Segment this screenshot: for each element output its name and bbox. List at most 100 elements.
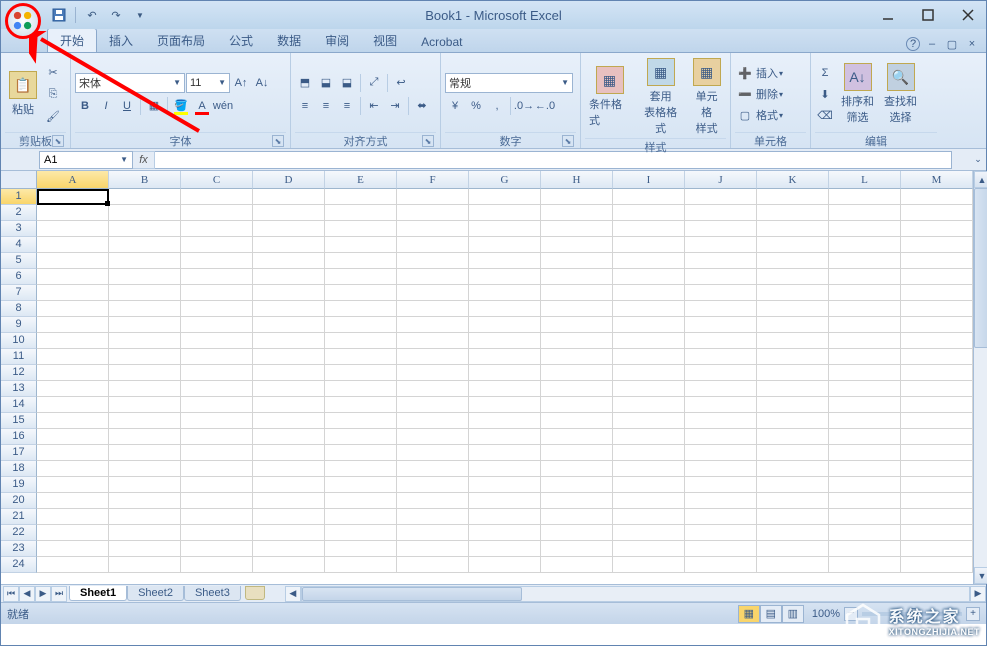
- font-size-combo[interactable]: 11▼: [186, 73, 230, 93]
- cell[interactable]: [901, 333, 973, 349]
- font-launcher[interactable]: ⬊: [272, 135, 284, 147]
- page-layout-view-icon[interactable]: ▤: [760, 605, 782, 623]
- cell[interactable]: [253, 285, 325, 301]
- cell[interactable]: [325, 269, 397, 285]
- decrease-decimal-icon[interactable]: ←.0: [535, 96, 555, 116]
- cell[interactable]: [325, 205, 397, 221]
- cell[interactable]: [325, 445, 397, 461]
- cell[interactable]: [829, 349, 901, 365]
- cell[interactable]: [613, 461, 685, 477]
- format-painter-icon[interactable]: 🖌: [43, 106, 63, 126]
- cell[interactable]: [829, 429, 901, 445]
- increase-indent-icon[interactable]: ⇥: [385, 96, 405, 116]
- cell[interactable]: [37, 285, 109, 301]
- row-header[interactable]: 19: [1, 477, 37, 493]
- cell[interactable]: [37, 461, 109, 477]
- cell[interactable]: [397, 301, 469, 317]
- cell[interactable]: [181, 253, 253, 269]
- font-name-combo[interactable]: 宋体▼: [75, 73, 185, 93]
- cell[interactable]: [181, 237, 253, 253]
- cell[interactable]: [829, 477, 901, 493]
- cell[interactable]: [757, 477, 829, 493]
- cell[interactable]: [901, 301, 973, 317]
- cell[interactable]: [397, 509, 469, 525]
- cell[interactable]: [397, 237, 469, 253]
- row-header[interactable]: 20: [1, 493, 37, 509]
- cell[interactable]: [253, 365, 325, 381]
- cell[interactable]: [109, 189, 181, 205]
- cell[interactable]: [613, 493, 685, 509]
- cell[interactable]: [757, 397, 829, 413]
- cell[interactable]: [829, 285, 901, 301]
- italic-button[interactable]: I: [96, 96, 116, 116]
- row-header[interactable]: 16: [1, 429, 37, 445]
- cell[interactable]: [829, 317, 901, 333]
- maximize-button[interactable]: [914, 5, 942, 25]
- cell[interactable]: [829, 461, 901, 477]
- cell[interactable]: [757, 349, 829, 365]
- cell[interactable]: [685, 509, 757, 525]
- cell[interactable]: [757, 237, 829, 253]
- cell[interactable]: [613, 317, 685, 333]
- cell[interactable]: [397, 461, 469, 477]
- help-icon[interactable]: ?: [906, 37, 920, 51]
- cell[interactable]: [901, 525, 973, 541]
- cell[interactable]: [253, 205, 325, 221]
- cell[interactable]: [685, 493, 757, 509]
- cell[interactable]: [325, 317, 397, 333]
- fill-icon[interactable]: ⬇: [815, 84, 835, 104]
- cell[interactable]: [181, 541, 253, 557]
- cell[interactable]: [829, 509, 901, 525]
- cell[interactable]: [685, 477, 757, 493]
- cell[interactable]: [685, 285, 757, 301]
- cell[interactable]: [541, 269, 613, 285]
- cell[interactable]: [757, 317, 829, 333]
- cell[interactable]: [37, 253, 109, 269]
- save-icon[interactable]: [49, 5, 69, 25]
- cell[interactable]: [325, 493, 397, 509]
- merge-icon[interactable]: ⬌: [412, 96, 432, 116]
- cell[interactable]: [397, 557, 469, 573]
- cell[interactable]: [613, 285, 685, 301]
- cell[interactable]: [757, 365, 829, 381]
- cell[interactable]: [613, 397, 685, 413]
- row-header[interactable]: 9: [1, 317, 37, 333]
- cell[interactable]: [325, 333, 397, 349]
- row-header[interactable]: 2: [1, 205, 37, 221]
- cell[interactable]: [181, 381, 253, 397]
- cell[interactable]: [325, 301, 397, 317]
- cell[interactable]: [469, 333, 541, 349]
- percent-icon[interactable]: %: [466, 96, 486, 116]
- cell[interactable]: [757, 381, 829, 397]
- cell[interactable]: [181, 333, 253, 349]
- insert-cells-button[interactable]: ➕插入▾: [735, 63, 783, 83]
- cell[interactable]: [397, 541, 469, 557]
- cell[interactable]: [253, 381, 325, 397]
- cell[interactable]: [109, 253, 181, 269]
- border-icon[interactable]: ▦: [144, 96, 164, 116]
- cell[interactable]: [469, 365, 541, 381]
- cell[interactable]: [253, 477, 325, 493]
- cell[interactable]: [829, 365, 901, 381]
- cell[interactable]: [757, 525, 829, 541]
- cell[interactable]: [37, 381, 109, 397]
- cell[interactable]: [757, 429, 829, 445]
- column-header[interactable]: I: [613, 171, 685, 189]
- cell[interactable]: [37, 445, 109, 461]
- cell[interactable]: [829, 205, 901, 221]
- clipboard-launcher[interactable]: ⬊: [52, 135, 64, 147]
- row-header[interactable]: 21: [1, 509, 37, 525]
- cell[interactable]: [109, 285, 181, 301]
- cell[interactable]: [397, 317, 469, 333]
- cell[interactable]: [685, 525, 757, 541]
- cell[interactable]: [685, 205, 757, 221]
- cell[interactable]: [469, 413, 541, 429]
- cell[interactable]: [469, 461, 541, 477]
- cell[interactable]: [469, 445, 541, 461]
- cell[interactable]: [181, 301, 253, 317]
- cell[interactable]: [613, 429, 685, 445]
- cell[interactable]: [397, 365, 469, 381]
- cell[interactable]: [469, 429, 541, 445]
- horizontal-scrollbar[interactable]: ◀ ▶: [285, 586, 986, 602]
- cell[interactable]: [613, 525, 685, 541]
